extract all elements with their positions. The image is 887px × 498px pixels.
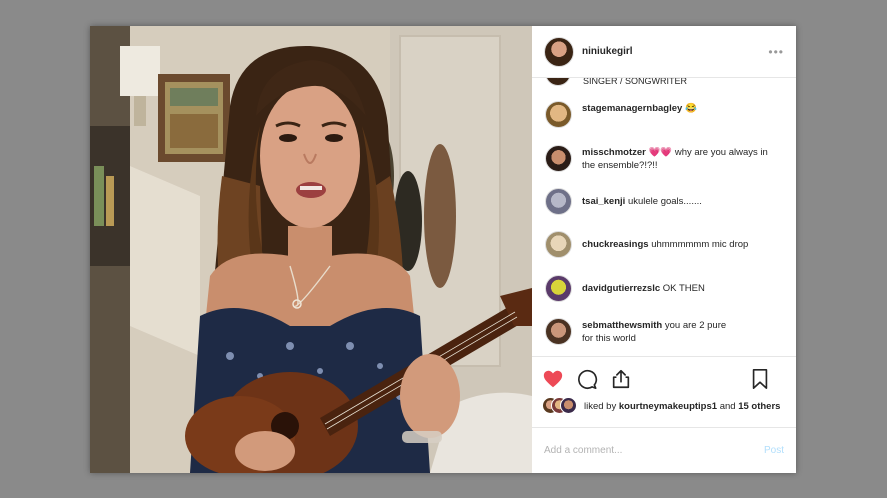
comments-list[interactable]: SINGER / SONGWRITER stagemanagernbagley … (532, 78, 796, 356)
comment-avatar[interactable] (545, 101, 572, 128)
media-image (90, 26, 532, 473)
comment-text: stagemanagernbagley 😂 (582, 103, 697, 114)
comment-text: sebmatthewsmith you are 2 pure for this … (582, 320, 727, 344)
comment-text: misschmotzer 💗💗 why are you always in th… (582, 147, 768, 171)
list-item: misschmotzer 💗💗 why are you always in th… (545, 145, 785, 172)
partial-comment-text: SINGER / SONGWRITER (583, 78, 688, 86)
share-icon[interactable] (610, 368, 632, 390)
heart-icon[interactable] (542, 368, 564, 390)
bookmark-icon[interactable] (750, 368, 770, 390)
comments-panel: niniukegirl ••• SINGER / SONGWRITER stag… (532, 26, 796, 473)
avatar (560, 397, 577, 414)
partial-comment: SINGER / SONGWRITER (545, 78, 687, 86)
more-options-icon[interactable]: ••• (768, 45, 784, 59)
likes-user[interactable]: kourtneymakeuptips1 (619, 401, 717, 412)
comment-avatar[interactable] (545, 231, 572, 258)
post-media[interactable] (90, 26, 532, 473)
list-item: stagemanagernbagley 😂 (545, 101, 785, 128)
comment-username[interactable]: sebmatthewsmith (582, 320, 662, 331)
comment-avatar[interactable] (545, 318, 572, 345)
comment-avatar[interactable] (545, 275, 572, 302)
liker-avatars[interactable] (542, 397, 578, 415)
comment-avatar[interactable] (545, 78, 571, 86)
comment-username[interactable]: chuckreasings (582, 239, 649, 250)
likes-prefix: liked by (584, 400, 617, 412)
comment-text: chuckreasings uhmmmmmm mic drop (582, 239, 749, 250)
list-item: davidgutierrezslc OK THEN (545, 275, 785, 302)
comment-input[interactable] (544, 445, 764, 456)
comment-username[interactable]: davidgutierrezslc (582, 283, 660, 294)
likes-others[interactable]: 15 others (738, 401, 780, 412)
list-item: sebmatthewsmith you are 2 pure for this … (545, 318, 785, 345)
action-icons (542, 367, 786, 391)
comment-text: tsai_kenji ukulele goals....... (582, 196, 702, 207)
likes-joiner: and (719, 400, 736, 412)
comment-username[interactable]: tsai_kenji (582, 196, 625, 207)
likes-summary: liked by kourtneymakeuptips1 and 15 othe… (542, 397, 786, 415)
list-item: tsai_kenji ukulele goals....... (545, 188, 785, 215)
comment-username[interactable]: stagemanagernbagley (582, 103, 682, 114)
comment-username[interactable]: misschmotzer (582, 147, 646, 158)
comment-avatar[interactable] (545, 188, 572, 215)
comment-icon[interactable] (576, 368, 598, 390)
list-item: chuckreasings uhmmmmmm mic drop (545, 231, 785, 258)
add-comment-bar: Post (532, 427, 796, 473)
post-header: niniukegirl ••• (532, 26, 796, 78)
post-modal: niniukegirl ••• SINGER / SONGWRITER stag… (90, 26, 796, 473)
author-username[interactable]: niniukegirl (582, 46, 768, 57)
post-actions: liked by kourtneymakeuptips1 and 15 othe… (532, 356, 796, 426)
post-button[interactable]: Post (764, 445, 784, 456)
comment-text: davidgutierrezslc OK THEN (582, 283, 705, 294)
author-avatar[interactable] (544, 36, 574, 67)
comment-avatar[interactable] (545, 145, 572, 172)
